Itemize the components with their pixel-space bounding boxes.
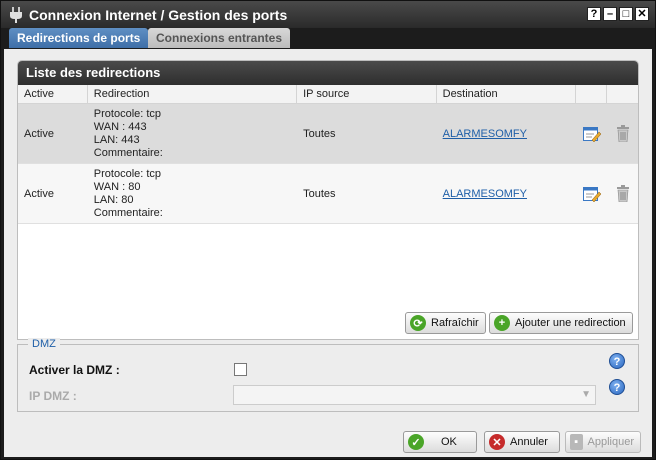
add-redirection-label: Ajouter une redirection [515, 317, 626, 329]
row-edit-cell [576, 126, 607, 142]
enable-dmz-label: Activer la DMZ : [29, 363, 120, 377]
row-redirection: Protocole: tcp WAN : 443 LAN: 443 Commen… [88, 108, 297, 160]
refresh-label: Rafraîchir [431, 317, 479, 329]
redirections-panel: Liste des redirections Active Redirectio… [17, 60, 639, 340]
title-bar[interactable]: Connexion Internet / Gestion des ports ?… [1, 1, 655, 28]
column-header-ip-source: IP source [297, 85, 437, 103]
refresh-button[interactable]: ⟳ Rafraîchir [405, 312, 486, 334]
table-row[interactable]: Active Protocole: tcp WAN : 443 LAN: 443… [18, 104, 638, 164]
row-comment: Commentaire: [93, 206, 163, 219]
save-icon: ▪ [570, 434, 583, 450]
help-icon[interactable]: ? [609, 379, 625, 395]
enable-dmz-checkbox[interactable] [234, 363, 247, 376]
help-window-button[interactable]: ? [587, 7, 601, 21]
ip-dmz-select[interactable]: ▼ [233, 385, 596, 405]
trash-icon[interactable] [616, 125, 630, 143]
column-header-destination: Destination [437, 85, 577, 103]
table-header: Active Redirection IP source Destination [18, 85, 638, 104]
destination-link[interactable]: ALARMESOMFY [443, 128, 527, 140]
ok-label: OK [441, 436, 457, 448]
close-button[interactable]: ✕ [635, 7, 649, 21]
minimize-button[interactable]: – [603, 7, 617, 21]
row-redirection: Protocole: tcp WAN : 80 LAN: 80 Commenta… [88, 168, 297, 220]
row-destination-cell: ALARMESOMFY [437, 128, 577, 140]
edit-icon[interactable] [582, 126, 601, 142]
row-ip-source: Toutes [303, 127, 336, 140]
row-edit-cell [576, 186, 607, 202]
row-wan: WAN : 443 [93, 120, 147, 133]
row-destination-cell: ALARMESOMFY [437, 188, 577, 200]
add-redirection-button[interactable]: + Ajouter une redirection [489, 312, 633, 334]
row-active: Active [24, 187, 54, 200]
dialog-window: Connexion Internet / Gestion des ports ?… [0, 0, 656, 460]
column-header-active: Active [18, 85, 88, 103]
panel-title: Liste des redirections [18, 61, 638, 85]
row-protocol: Protocole: tcp [93, 107, 162, 120]
dmz-legend: DMZ [28, 338, 60, 350]
chevron-down-icon: ▼ [581, 389, 591, 400]
maximize-button[interactable]: □ [619, 7, 633, 21]
row-protocol: Protocole: tcp [93, 167, 162, 180]
content-area: Liste des redirections Active Redirectio… [4, 49, 652, 457]
table-row[interactable]: Active Protocole: tcp WAN : 80 LAN: 80 C… [18, 164, 638, 224]
cancel-label: Annuler [510, 436, 548, 448]
destination-link[interactable]: ALARMESOMFY [443, 188, 527, 200]
column-header-delete [607, 85, 638, 103]
column-header-edit [576, 85, 608, 103]
window-title: Connexion Internet / Gestion des ports [29, 6, 288, 23]
tab-bar: Redirections de ports Connexions entrant… [1, 28, 655, 49]
apply-label: Appliquer [587, 436, 634, 448]
row-delete-cell [607, 125, 638, 143]
row-lan: LAN: 443 [93, 133, 140, 146]
row-ip-source: Toutes [303, 187, 336, 200]
check-icon: ✓ [408, 434, 424, 450]
help-icon[interactable]: ? [609, 353, 625, 369]
row-delete-cell [607, 185, 638, 203]
apply-button[interactable]: ▪ Appliquer [565, 431, 641, 453]
dmz-fieldset: DMZ Activer la DMZ : ? IP DMZ : ▼ ? [17, 338, 639, 412]
row-comment: Commentaire: [93, 146, 163, 159]
plug-icon [9, 6, 23, 23]
ip-dmz-label: IP DMZ : [29, 389, 77, 403]
ok-button[interactable]: ✓ OK [403, 431, 477, 453]
cancel-icon: ✕ [489, 434, 505, 450]
plus-icon: + [494, 315, 510, 331]
tab-redirections[interactable]: Redirections de ports [9, 28, 149, 48]
row-lan: LAN: 80 [93, 193, 134, 206]
edit-icon[interactable] [582, 186, 601, 202]
cancel-button[interactable]: ✕ Annuler [484, 431, 560, 453]
trash-icon[interactable] [616, 185, 630, 203]
column-header-redirection: Redirection [88, 85, 298, 103]
row-active: Active [24, 127, 54, 140]
row-wan: WAN : 80 [93, 180, 141, 193]
tab-incoming-connections[interactable]: Connexions entrantes [148, 28, 291, 48]
refresh-icon: ⟳ [410, 315, 426, 331]
